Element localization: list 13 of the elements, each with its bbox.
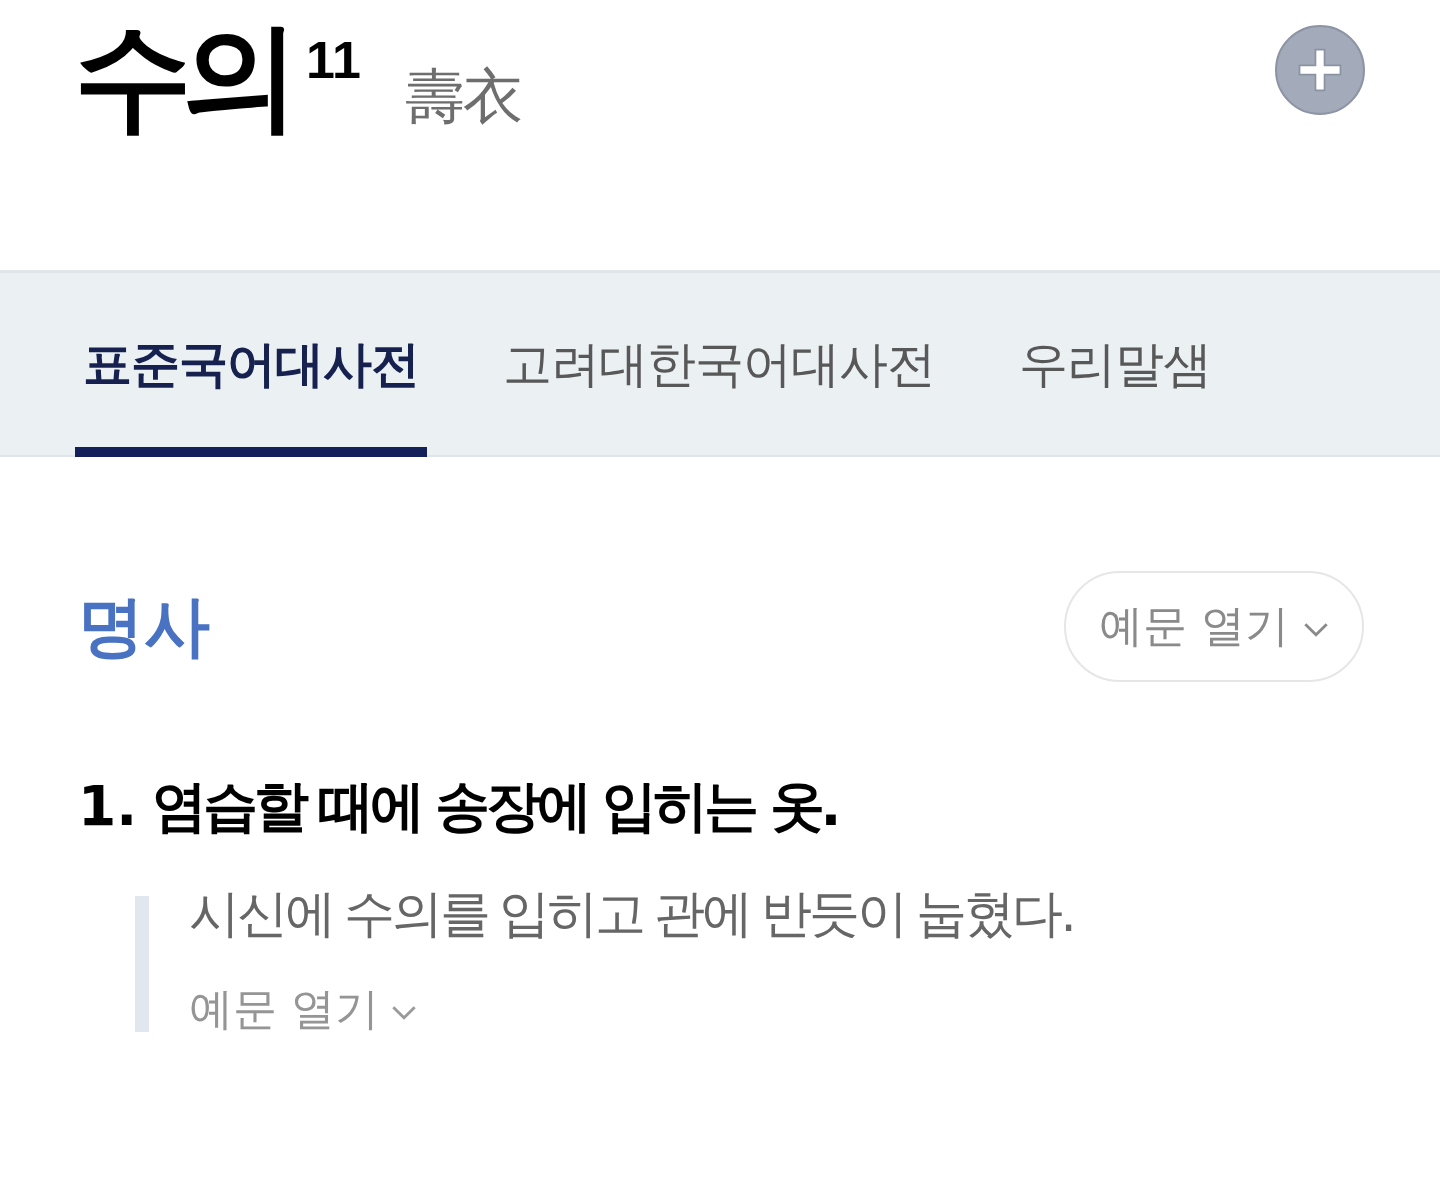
open-examples-button[interactable]: 예문 열기 [1064,571,1364,682]
chevron-down-icon [391,1005,417,1020]
chevron-down-icon [1303,622,1329,637]
part-of-speech: 명사 [78,586,210,667]
headword: 수의 [74,6,290,146]
dictionary-tab[interactable]: 표준국어대사전 [75,273,427,457]
homonym-number: 11 [306,30,361,90]
definition-number: 1. [78,773,139,840]
hanja-text: 壽衣 [405,60,521,133]
dictionary-tab[interactable]: 고려대한국어대사전 [495,273,943,457]
example-sentence: 시신에 수의를 입히고 관에 반듯이 눕혔다. [189,883,1074,945]
definition-text: 염습할 때에 송장에 입히는 옷. [152,773,838,840]
dictionary-tab[interactable]: 우리말샘 [1011,273,1219,457]
